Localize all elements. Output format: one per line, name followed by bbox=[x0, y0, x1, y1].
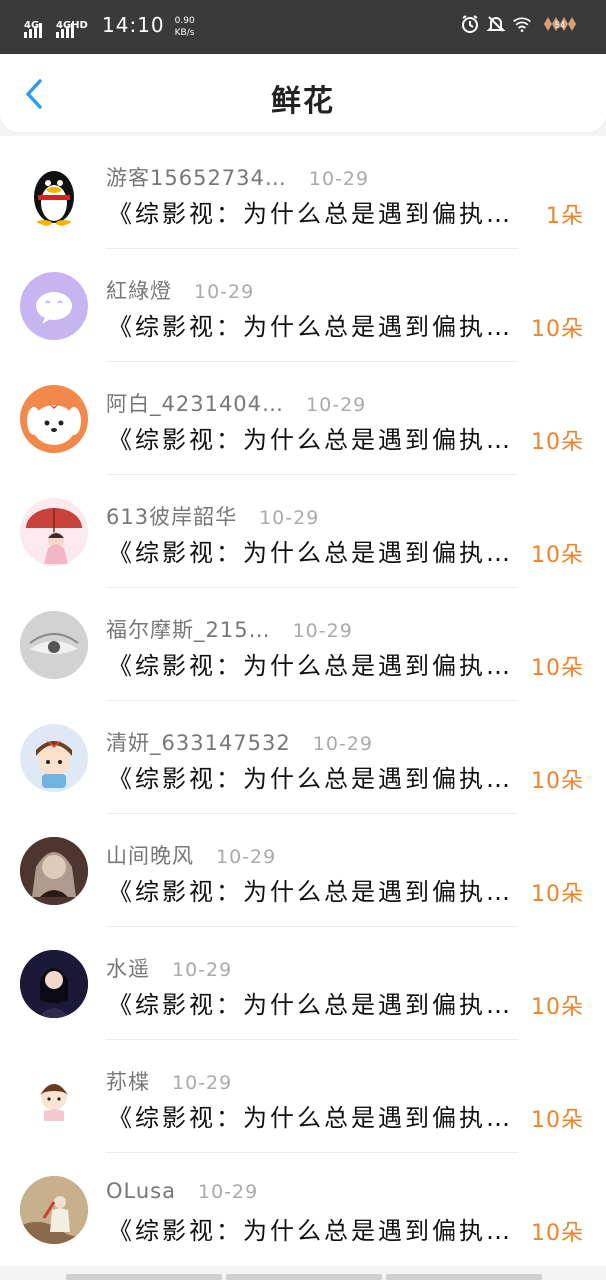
book-title: 《综影视：为什么总是遇到偏执… bbox=[108, 878, 513, 906]
item-meta: 山间晚风 10-29 bbox=[106, 840, 276, 870]
gift-date: 10-29 bbox=[306, 394, 367, 416]
flower-count: 10朵 bbox=[531, 656, 584, 681]
item-meta: 福尔摩斯_215… 10-29 bbox=[106, 614, 353, 644]
flower-count: 10朵 bbox=[531, 769, 584, 794]
battery-level: 54 bbox=[555, 20, 565, 30]
user-name[interactable]: 游客15652734… bbox=[106, 162, 287, 192]
cartoon-dog-avatar[interactable] bbox=[20, 385, 88, 453]
book-title: 《综影视：为什么总是遇到偏执… bbox=[108, 991, 513, 1019]
chibi-girl-avatar[interactable] bbox=[20, 1063, 88, 1131]
purple-chat-avatar[interactable] bbox=[20, 272, 88, 340]
network-speed: 0.90 bbox=[174, 16, 195, 26]
user-name[interactable]: 清妍_633147532 bbox=[106, 727, 291, 757]
user-name[interactable]: OLusa bbox=[106, 1179, 176, 1203]
gift-date: 10-29 bbox=[172, 959, 233, 981]
sim1-signal-icon: 4G bbox=[24, 12, 52, 38]
portrait-photo-avatar[interactable] bbox=[20, 950, 88, 1018]
flower-count: 10朵 bbox=[531, 1221, 584, 1246]
gift-date: 10-29 bbox=[172, 1072, 233, 1094]
flower-gift-list: 游客15652734… 10-29 《综影视：为什么总是遇到偏执… 1朵 紅綠燈… bbox=[0, 136, 606, 1266]
flower-count: 1朵 bbox=[546, 204, 584, 229]
gift-date: 10-29 bbox=[292, 620, 353, 642]
status-left: 4G 4GHD 14:10 0.90 KB/s bbox=[24, 12, 195, 38]
user-name[interactable]: 613彼岸韶华 bbox=[106, 501, 237, 531]
page-title: 鲜花 bbox=[271, 84, 335, 119]
cartoon-girl-avatar[interactable] bbox=[20, 724, 88, 792]
item-meta: 水遥 10-29 bbox=[106, 953, 232, 983]
list-item[interactable]: 荪楪 10-29 《综影视：为什么总是遇到偏执… 10朵 bbox=[0, 1040, 606, 1153]
sim2-signal-icon: 4GHD bbox=[56, 12, 88, 38]
list-item[interactable]: 游客15652734… 10-29 《综影视：为什么总是遇到偏执… 1朵 bbox=[0, 136, 606, 249]
sim1-label: 4G bbox=[24, 20, 40, 31]
book-title: 《综影视：为什么总是遇到偏执… bbox=[108, 652, 513, 680]
flower-count: 10朵 bbox=[531, 882, 584, 907]
item-meta: 紅綠燈 10-29 bbox=[106, 275, 254, 305]
list-item[interactable]: 阿白_4231404… 10-29 《综影视：为什么总是遇到偏执… 10朵 bbox=[0, 362, 606, 475]
list-item[interactable]: 水遥 10-29 《综影视：为什么总是遇到偏执… 10朵 bbox=[0, 927, 606, 1040]
item-meta: 荪楪 10-29 bbox=[106, 1066, 232, 1096]
flower-count: 10朵 bbox=[531, 995, 584, 1020]
gift-date: 10-29 bbox=[194, 281, 255, 303]
user-name[interactable]: 山间晚风 bbox=[106, 840, 194, 870]
qq-penguin-avatar[interactable] bbox=[20, 159, 88, 227]
book-title: 《综影视：为什么总是遇到偏执… bbox=[108, 313, 513, 341]
user-name[interactable]: 荪楪 bbox=[106, 1066, 150, 1096]
gift-date: 10-29 bbox=[216, 846, 277, 868]
flower-count: 10朵 bbox=[531, 430, 584, 455]
painting-avatar[interactable] bbox=[20, 1176, 88, 1244]
item-meta: 游客15652734… 10-29 bbox=[106, 162, 369, 192]
flower-count: 10朵 bbox=[531, 1108, 584, 1133]
list-item[interactable]: 紅綠燈 10-29 《综影视：为什么总是遇到偏执… 10朵 bbox=[0, 249, 606, 362]
book-title: 《综影视：为什么总是遇到偏执… bbox=[108, 765, 513, 793]
clock-time: 14:10 bbox=[102, 13, 165, 37]
anime-art-avatar[interactable] bbox=[20, 837, 88, 905]
item-meta: 清妍_633147532 10-29 bbox=[106, 727, 373, 757]
book-title: 《综影视：为什么总是遇到偏执… bbox=[108, 200, 513, 228]
gift-date: 10-29 bbox=[197, 1181, 259, 1203]
user-name[interactable]: 紅綠燈 bbox=[106, 275, 172, 305]
list-item[interactable]: 清妍_633147532 10-29 《综影视：为什么总是遇到偏执… 10朵 bbox=[0, 701, 606, 814]
list-item[interactable]: 613彼岸韶华 10-29 《综影视：为什么总是遇到偏执… 10朵 bbox=[0, 475, 606, 588]
wifi-icon bbox=[512, 14, 532, 34]
list-item[interactable]: OLusa 10-29 《综影视：为什么总是遇到偏执… 10朵 bbox=[0, 1153, 606, 1266]
flower-count: 10朵 bbox=[531, 317, 584, 342]
list-item[interactable]: 山间晚风 10-29 《综影视：为什么总是遇到偏执… 10朵 bbox=[0, 814, 606, 927]
umbrella-girl-avatar[interactable] bbox=[20, 498, 88, 566]
item-meta: 613彼岸韶华 10-29 bbox=[106, 501, 319, 531]
gift-date: 10-29 bbox=[308, 168, 370, 190]
status-right: 54 bbox=[460, 14, 582, 34]
user-name[interactable]: 阿白_4231404… bbox=[106, 388, 284, 418]
book-title: 《综影视：为什么总是遇到偏执… bbox=[108, 1104, 513, 1132]
item-meta: OLusa 10-29 bbox=[106, 1179, 258, 1203]
status-bar: 4G 4GHD 14:10 0.90 KB/s 54 bbox=[0, 0, 606, 54]
book-title: 《综影视：为什么总是遇到偏执… bbox=[108, 539, 513, 567]
bottom-edge-indicator bbox=[66, 1274, 542, 1280]
top-nav-bar: 鲜花 bbox=[0, 54, 606, 132]
gift-date: 10-29 bbox=[312, 733, 373, 755]
eye-closeup-avatar[interactable] bbox=[20, 611, 88, 679]
book-title: 《综影视：为什么总是遇到偏执… bbox=[108, 426, 513, 454]
book-title: 《综影视：为什么总是遇到偏执… bbox=[108, 1217, 513, 1245]
alarm-icon bbox=[460, 14, 480, 34]
list-item[interactable]: 福尔摩斯_215… 10-29 《综影视：为什么总是遇到偏执… 10朵 bbox=[0, 588, 606, 701]
network-speed-unit: KB/s bbox=[174, 28, 195, 38]
item-meta: 阿白_4231404… 10-29 bbox=[106, 388, 366, 418]
sim2-label: 4GHD bbox=[56, 20, 88, 31]
user-name[interactable]: 水遥 bbox=[106, 953, 150, 983]
bell-muted-icon bbox=[486, 14, 506, 34]
flower-count: 10朵 bbox=[531, 543, 584, 568]
user-name[interactable]: 福尔摩斯_215… bbox=[106, 614, 271, 644]
gift-date: 10-29 bbox=[259, 507, 320, 529]
battery-icon: 54 bbox=[538, 14, 582, 34]
